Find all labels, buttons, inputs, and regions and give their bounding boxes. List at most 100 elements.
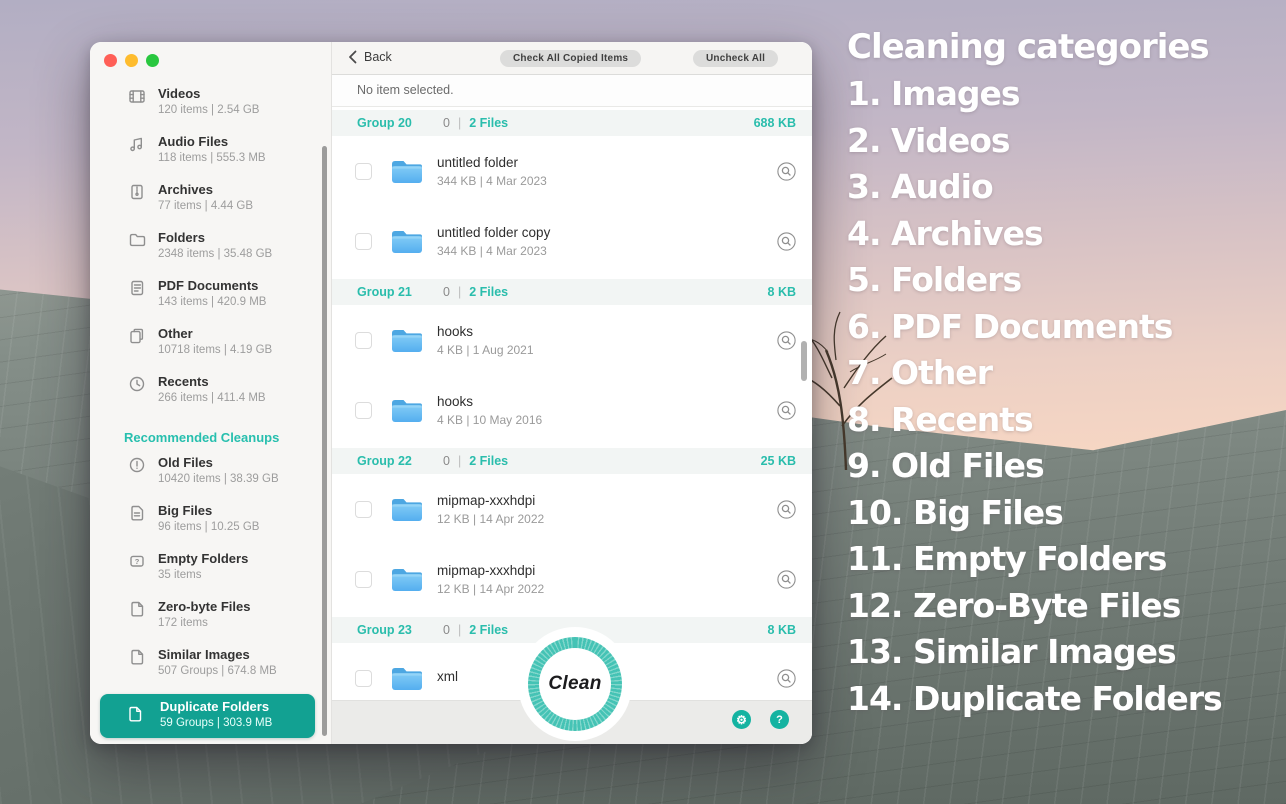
sidebar-item-recents[interactable]: Recents266 items | 411.4 MB — [90, 373, 331, 421]
group-divider: | — [458, 454, 461, 468]
file-checkbox[interactable] — [355, 571, 372, 588]
selection-status: No item selected. — [332, 75, 812, 107]
caption-item: 9. Old Files — [847, 443, 1222, 490]
sidebar-item-audio-files[interactable]: Audio Files118 items | 555.3 MB — [90, 133, 331, 181]
caption-item: 6. PDF Documents — [847, 304, 1222, 351]
sidebar-item-old-files[interactable]: Old Files10420 items | 38.39 GB — [90, 454, 331, 502]
file-meta: 12 KB | 14 Apr 2022 — [437, 512, 544, 526]
group-name: Group 22 — [357, 454, 427, 468]
uncheck-all-button[interactable]: Uncheck All — [693, 50, 778, 67]
group-divider: | — [458, 285, 461, 299]
file-row[interactable]: hooks 4 KB | 1 Aug 2021 — [332, 305, 812, 375]
sidebar-item-label: Folders — [158, 229, 331, 246]
sidebar-item-videos[interactable]: Videos120 items | 2.54 GB — [90, 85, 331, 133]
caption-item: 7. Other — [847, 350, 1222, 397]
file-name: hooks — [437, 394, 542, 409]
file-info: untitled folder344 KB | 4 Mar 2023 — [437, 155, 547, 188]
file-checkbox[interactable] — [355, 402, 372, 419]
sidebar-scrollbar-thumb[interactable] — [322, 146, 327, 736]
doc-lines-icon — [128, 504, 146, 522]
sidebar-item-meta: 96 items | 10.25 GB — [158, 519, 331, 535]
file-name: hooks — [437, 324, 534, 339]
blue-folder-icon — [390, 496, 424, 523]
file-info: hooks 4 KB | 1 Aug 2021 — [437, 324, 534, 357]
file-meta: 344 KB | 4 Mar 2023 — [437, 174, 547, 188]
file-row[interactable]: hooks4 KB | 10 May 2016 — [332, 375, 812, 445]
sidebar-item-label: Videos — [158, 85, 331, 102]
sidebar-item-meta: 10718 items | 4.19 GB — [158, 342, 331, 358]
list-scrollbar-thumb[interactable] — [801, 341, 807, 381]
sidebar-item-label: Zero-byte Files — [158, 598, 331, 615]
sidebar-category-list: Videos120 items | 2.54 GBAudio Files118 … — [90, 85, 331, 738]
sidebar-item-archives[interactable]: Archives77 items | 4.44 GB — [90, 181, 331, 229]
help-button[interactable]: ? — [770, 710, 789, 729]
sidebar-item-pdf-documents[interactable]: PDF Documents143 items | 420.9 MB — [90, 277, 331, 325]
archive-icon — [128, 183, 146, 201]
minimize-button[interactable] — [125, 54, 138, 67]
file-checkbox[interactable] — [355, 163, 372, 180]
file-info: untitled folder copy344 KB | 4 Mar 2023 — [437, 225, 550, 258]
file-row[interactable]: untitled folder copy344 KB | 4 Mar 2023 — [332, 206, 812, 276]
group-header-group-20[interactable]: Group 200|2 Files688 KB — [332, 110, 812, 136]
preview-magnifier-button[interactable] — [777, 331, 796, 350]
sidebar-item-zero-byte-files[interactable]: Zero-byte Files172 items — [90, 598, 331, 646]
caption-item: 13. Similar Images — [847, 629, 1222, 676]
sidebar-item-label: PDF Documents — [158, 277, 331, 294]
sidebar-item-meta: 266 items | 411.4 MB — [158, 390, 331, 406]
sidebar-item-label: Old Files — [158, 454, 331, 471]
back-label: Back — [364, 50, 392, 64]
zoom-window-button[interactable] — [146, 54, 159, 67]
clean-button-label: Clean — [539, 648, 611, 720]
file-checkbox[interactable] — [355, 233, 372, 250]
blue-folder-icon — [390, 665, 424, 692]
file-row[interactable]: untitled folder344 KB | 4 Mar 2023 — [332, 136, 812, 206]
group-size: 8 KB — [768, 623, 796, 637]
doc-icon — [128, 648, 146, 666]
recommended-cleanups-header: Recommended Cleanups — [124, 430, 331, 447]
sidebar-item-big-files[interactable]: Big Files96 items | 10.25 GB — [90, 502, 331, 550]
file-meta: 12 KB | 14 Apr 2022 — [437, 582, 544, 596]
caption-item: 14. Duplicate Folders — [847, 676, 1222, 723]
preview-magnifier-button[interactable] — [777, 401, 796, 420]
sidebar-item-empty-folders[interactable]: ?Empty Folders35 items — [90, 550, 331, 598]
file-row[interactable]: mipmap-xxxhdpi12 KB | 14 Apr 2022 — [332, 544, 812, 614]
file-meta: 344 KB | 4 Mar 2023 — [437, 244, 550, 258]
preview-magnifier-button[interactable] — [777, 570, 796, 589]
check-all-copied-items-button[interactable]: Check All Copied Items — [500, 50, 641, 67]
sidebar-item-duplicate-folders[interactable]: Duplicate Folders59 Groups | 303.9 MB — [100, 694, 315, 738]
preview-magnifier-button[interactable] — [777, 669, 796, 688]
file-checkbox[interactable] — [355, 332, 372, 349]
file-checkbox[interactable] — [355, 501, 372, 518]
sidebar-item-label: Duplicate Folders — [160, 698, 315, 715]
app-window: Videos120 items | 2.54 GBAudio Files118 … — [90, 42, 812, 744]
group-checked-count: 0 — [443, 285, 450, 299]
pdf-icon — [128, 279, 146, 297]
file-checkbox[interactable] — [355, 670, 372, 687]
sidebar-item-similar-images[interactable]: Similar Images507 Groups | 674.8 MB — [90, 646, 331, 694]
group-header-group-22[interactable]: Group 220|2 Files25 KB — [332, 448, 812, 474]
sidebar-item-other[interactable]: Other10718 items | 4.19 GB — [90, 325, 331, 373]
preview-magnifier-button[interactable] — [777, 232, 796, 251]
sidebar-item-meta: 35 items — [158, 567, 331, 583]
group-file-count: 2 Files — [469, 285, 508, 299]
settings-button[interactable]: ⚙ — [732, 710, 751, 729]
clean-button[interactable]: Clean — [528, 637, 622, 731]
empty-folder-icon: ? — [128, 552, 146, 570]
sidebar-item-label: Other — [158, 325, 331, 342]
sidebar-item-meta: 507 Groups | 674.8 MB — [158, 663, 331, 679]
sidebar-item-meta: 59 Groups | 303.9 MB — [160, 715, 315, 731]
group-divider: | — [458, 116, 461, 130]
chevron-left-icon — [348, 50, 357, 64]
preview-magnifier-button[interactable] — [777, 500, 796, 519]
file-meta: 4 KB | 1 Aug 2021 — [437, 343, 534, 357]
group-file-count: 2 Files — [469, 623, 508, 637]
close-button[interactable] — [104, 54, 117, 67]
sidebar-item-folders[interactable]: Folders2348 items | 35.48 GB — [90, 229, 331, 277]
group-checked-count: 0 — [443, 454, 450, 468]
caption-item: 8. Recents — [847, 397, 1222, 444]
caption-title: Cleaning categories — [847, 24, 1222, 71]
preview-magnifier-button[interactable] — [777, 162, 796, 181]
back-button[interactable]: Back — [348, 50, 392, 64]
group-header-group-21[interactable]: Group 210|2 Files8 KB — [332, 279, 812, 305]
file-row[interactable]: mipmap-xxxhdpi12 KB | 14 Apr 2022 — [332, 474, 812, 544]
